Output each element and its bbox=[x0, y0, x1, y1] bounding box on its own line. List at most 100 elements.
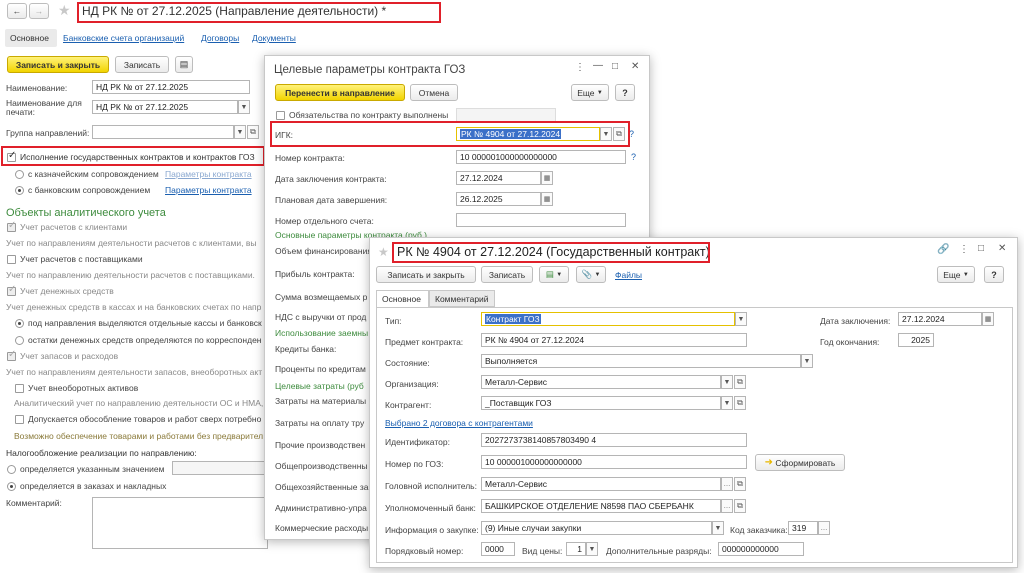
name-input[interactable]: НД РК № от 27.12.2025 bbox=[92, 80, 250, 94]
print-name-dropdown[interactable]: ▼ bbox=[238, 100, 250, 114]
tax-value-input[interactable] bbox=[172, 461, 268, 475]
more-menu-icon-2[interactable]: ⋮ bbox=[959, 244, 969, 255]
comment-textarea[interactable] bbox=[92, 497, 268, 549]
minimize-icon[interactable]: — bbox=[593, 60, 603, 71]
profit-label: Прибыль контракта: bbox=[275, 269, 355, 279]
print-name-input[interactable]: НД РК № от 27.12.2025 bbox=[92, 100, 238, 114]
clients-checkbox[interactable]: ✓ bbox=[7, 220, 16, 232]
org-dropdown[interactable]: ▼ bbox=[721, 375, 733, 389]
bank-open-icon[interactable]: ⧉ bbox=[734, 499, 746, 513]
end-year-input[interactable]: 2025 bbox=[898, 333, 934, 347]
funding-label: Объем финансирования bbox=[275, 246, 372, 256]
org-input[interactable]: Металл-Сервис bbox=[481, 375, 721, 389]
contract-params-link-2[interactable]: Параметры контракта bbox=[165, 185, 252, 195]
org-open-icon[interactable]: ⧉ bbox=[734, 375, 746, 389]
subject-input[interactable]: РК № 4904 от 27.12.2024 bbox=[481, 333, 747, 347]
back-button[interactable]: ← bbox=[7, 3, 27, 19]
obligations-date[interactable] bbox=[456, 108, 556, 122]
conclusion-input[interactable]: 27.12.2024 bbox=[898, 312, 982, 326]
save-button[interactable]: Записать bbox=[115, 56, 169, 73]
bank-input[interactable]: БАШКИРСКОЕ ОТДЕЛЕНИЕ N8598 ПАО СБЕРБАНК bbox=[481, 499, 721, 513]
purchase-input[interactable]: (9) Иные случаи закупки bbox=[481, 521, 712, 535]
counterparty-input[interactable]: _Поставщик ГОЗ bbox=[481, 396, 721, 410]
obligations-label: Обязательства по контракту выполнены bbox=[289, 110, 449, 120]
save-close-button[interactable]: Записать и закрыть bbox=[7, 56, 109, 73]
contract-num-help-icon[interactable]: ? bbox=[631, 152, 636, 162]
customer-code-label: Код заказчика: bbox=[730, 525, 788, 535]
head-open-icon[interactable]: ⧉ bbox=[734, 477, 746, 491]
state-dropdown[interactable]: ▼ bbox=[801, 354, 813, 368]
tax-radio-1[interactable] bbox=[7, 465, 16, 474]
end-calendar-icon[interactable]: ▦ bbox=[541, 192, 553, 206]
fixed-assets-checkbox[interactable] bbox=[15, 384, 24, 393]
account-input[interactable] bbox=[456, 213, 626, 227]
cash-radio-1[interactable] bbox=[15, 319, 24, 328]
tab-contracts[interactable]: Договоры bbox=[201, 33, 239, 43]
contract-save-close-button[interactable]: Записать и закрыть bbox=[376, 266, 476, 283]
tab-documents[interactable]: Документы bbox=[252, 33, 296, 43]
favorite-star-icon-2[interactable]: ★ bbox=[378, 245, 389, 259]
extra-input[interactable]: 000000000000 bbox=[718, 542, 804, 556]
conclusion-calendar-icon[interactable]: ▦ bbox=[982, 312, 994, 326]
print-icon[interactable]: ▤ ▼ bbox=[539, 266, 569, 283]
head-dropdown[interactable]: … bbox=[721, 477, 733, 491]
tab-bank-accounts[interactable]: Банковские счета организаций bbox=[63, 33, 184, 43]
favorite-star-icon[interactable]: ★ bbox=[58, 2, 71, 19]
contract-more-button[interactable]: Еще ▼ bbox=[937, 266, 975, 283]
generate-button[interactable]: ➜ Сформировать bbox=[755, 454, 845, 471]
isolation-checkbox[interactable] bbox=[15, 415, 24, 424]
date-calendar-icon[interactable]: ▦ bbox=[541, 171, 553, 185]
type-dropdown[interactable]: ▼ bbox=[735, 312, 747, 326]
transfer-button[interactable]: Перенести в направление bbox=[275, 84, 405, 101]
contract-num-input[interactable]: 10 000001000000000000 bbox=[456, 150, 626, 164]
goz-num-input[interactable]: 10 000001000000000000 bbox=[481, 455, 747, 469]
suppliers-checkbox[interactable] bbox=[7, 255, 16, 264]
price-dropdown[interactable]: ▼ bbox=[586, 542, 598, 556]
selected-contracts-link[interactable]: Выбрано 2 договора с контрагентами bbox=[385, 418, 533, 428]
close-icon-2[interactable]: ✕ bbox=[998, 243, 1006, 254]
customer-code-input[interactable]: 319 bbox=[788, 521, 818, 535]
counterparty-open-icon[interactable]: ⧉ bbox=[734, 396, 746, 410]
group-dropdown[interactable]: ▼ bbox=[234, 125, 246, 139]
files-link[interactable]: Файлы bbox=[615, 270, 642, 280]
isolation-label: Допускается обособление товаров и работ … bbox=[28, 414, 262, 424]
type-input[interactable]: Контракт ГОЗ bbox=[481, 312, 735, 326]
tax-radio-2[interactable] bbox=[7, 482, 16, 491]
end-input[interactable]: 26.12.2025 bbox=[456, 192, 541, 206]
contract-params-link-1[interactable]: Параметры контракта bbox=[165, 169, 252, 179]
bank-dropdown[interactable]: … bbox=[721, 499, 733, 513]
attach-icon[interactable]: 📎 ▼ bbox=[576, 266, 606, 283]
cash-checkbox[interactable]: ✓ bbox=[7, 284, 16, 296]
head-input[interactable]: Металл-Сервис bbox=[481, 477, 721, 491]
contract-save-button[interactable]: Записать bbox=[481, 266, 533, 283]
treasury-radio[interactable] bbox=[15, 170, 24, 179]
materials-label: Затраты на материалы bbox=[275, 396, 367, 406]
group-input[interactable] bbox=[92, 125, 234, 139]
purchase-label: Информация о закупке: bbox=[385, 525, 479, 535]
cancel-button[interactable]: Отмена bbox=[410, 84, 458, 101]
cash-radio-2[interactable] bbox=[15, 336, 24, 345]
more-menu-icon[interactable]: ⋮ bbox=[575, 62, 585, 73]
state-label: Состояние: bbox=[385, 358, 430, 368]
report-icon[interactable]: ▤ bbox=[175, 56, 193, 73]
goz-more-button[interactable]: Еще ▼ bbox=[571, 84, 609, 101]
link-icon[interactable]: 🔗 bbox=[937, 244, 949, 255]
ident-input[interactable]: 2027273738140857803490 4 bbox=[481, 433, 747, 447]
maximize-icon-2[interactable]: □ bbox=[978, 243, 984, 254]
close-icon[interactable]: ✕ bbox=[631, 61, 639, 72]
maximize-icon[interactable]: □ bbox=[612, 61, 618, 72]
counterparty-dropdown[interactable]: ▼ bbox=[721, 396, 733, 410]
goz-help-button[interactable]: ? bbox=[615, 84, 635, 101]
customer-code-select[interactable]: … bbox=[818, 521, 830, 535]
purchase-dropdown[interactable]: ▼ bbox=[712, 521, 724, 535]
forward-button[interactable]: → bbox=[29, 3, 49, 19]
date-input[interactable]: 27.12.2024 bbox=[456, 171, 541, 185]
obligations-checkbox[interactable] bbox=[276, 111, 285, 120]
state-input[interactable]: Выполняется bbox=[481, 354, 801, 368]
group-open-icon[interactable]: ⧉ bbox=[247, 125, 259, 139]
price-input[interactable]: 1 bbox=[566, 542, 586, 556]
bank-radio[interactable] bbox=[15, 186, 24, 195]
contract-help-button[interactable]: ? bbox=[984, 266, 1004, 283]
order-input[interactable]: 0000 bbox=[481, 542, 515, 556]
stock-checkbox[interactable]: ✓ bbox=[7, 349, 16, 361]
